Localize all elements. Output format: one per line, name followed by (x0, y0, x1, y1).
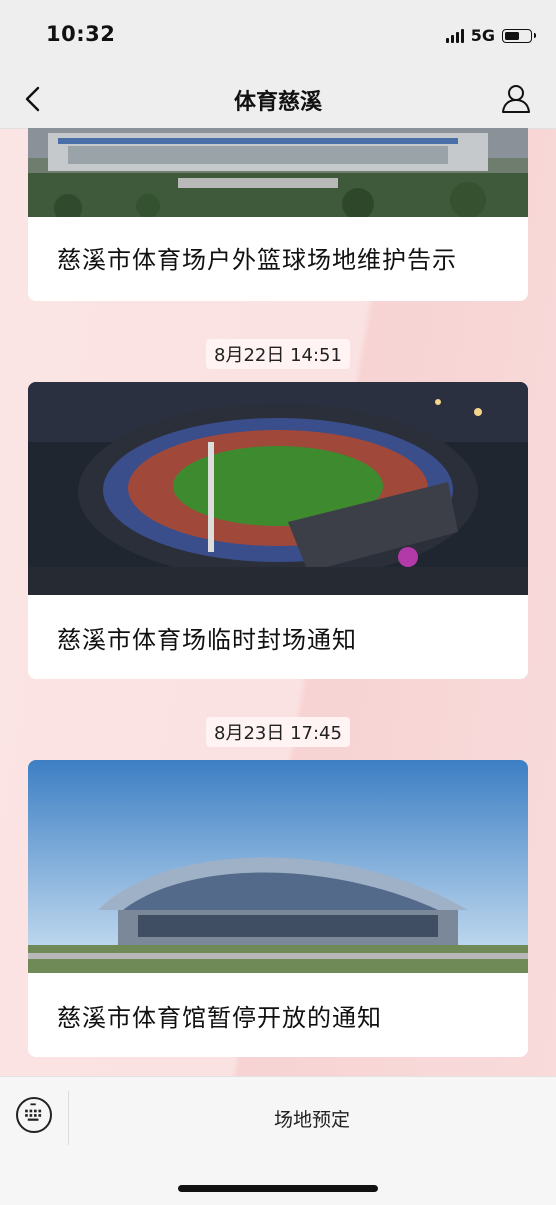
article-title: 慈溪市体育场户外篮球场地维护告示 (57, 246, 457, 274)
home-indicator[interactable] (178, 1185, 378, 1192)
status-bar: 10:32 5G (0, 0, 556, 70)
article-card[interactable]: 慈溪市体育场临时封场通知 (28, 382, 528, 679)
battery-icon (502, 28, 536, 43)
timestamp-text: 8月23日 17:45 (206, 717, 350, 747)
signal-icon (445, 28, 464, 43)
status-indicators: 5G (445, 26, 536, 45)
article-image (28, 128, 528, 217)
timestamp-text: 8月22日 14:51 (206, 339, 350, 369)
article-card[interactable]: 慈溪市体育场户外篮球场地维护告示 (28, 128, 528, 301)
page-title: 体育慈溪 (233, 90, 322, 115)
navigation-bar: 体育慈溪 (0, 70, 556, 129)
network-type: 5G (470, 26, 495, 45)
status-time: 10:32 (46, 22, 116, 46)
venue-booking-menu[interactable]: 场地预定 (68, 1105, 556, 1132)
article-image (28, 382, 528, 595)
message-timestamp: 8月22日 14:51 (0, 339, 556, 369)
article-title: 慈溪市体育场临时封场通知 (57, 626, 357, 654)
user-icon[interactable] (500, 82, 532, 114)
article-card[interactable]: 慈溪市体育馆暂停开放的通知 (28, 760, 528, 1057)
article-image (28, 760, 528, 973)
keyboard-icon[interactable] (16, 1097, 52, 1133)
article-title: 慈溪市体育馆暂停开放的通知 (57, 1004, 382, 1032)
message-timestamp: 8月23日 17:45 (0, 717, 556, 747)
